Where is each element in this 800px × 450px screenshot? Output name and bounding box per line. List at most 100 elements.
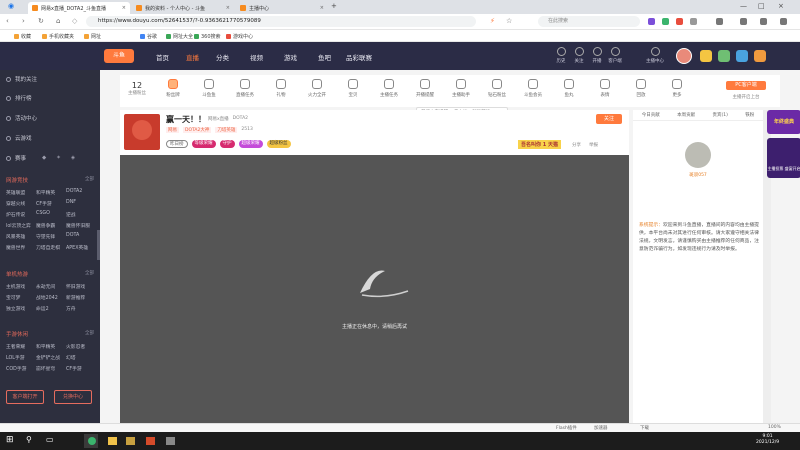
tab-week[interactable]: 本周贡献 (677, 112, 695, 118)
folder-icon[interactable] (108, 437, 117, 445)
nav-home[interactable]: 首页 (156, 52, 169, 62)
nav-category[interactable]: 分类 (216, 52, 229, 62)
toolbar-item[interactable]: 鱼丸 (554, 79, 584, 98)
section-more-link[interactable]: 全部 (85, 330, 94, 336)
settings-icon[interactable] (740, 18, 747, 25)
menu-icon[interactable] (760, 18, 767, 25)
toolbar-item[interactable]: 宝贝 (338, 79, 368, 98)
download-icon[interactable] (716, 18, 723, 25)
section-more-link[interactable]: 全部 (85, 270, 94, 276)
bookmark-item[interactable]: 谷歌 (140, 33, 157, 40)
category-link[interactable]: APEX英雄 (66, 244, 96, 251)
home-icon[interactable]: ⌂ (56, 17, 60, 25)
section-more-link[interactable]: 全部 (85, 176, 94, 182)
category-link[interactable]: 怀旧游戏 (66, 283, 96, 290)
category-link[interactable]: 火影忍者 (66, 343, 96, 350)
nav-live[interactable]: 直播 (186, 52, 199, 62)
category-link[interactable]: 和平精英 (36, 189, 66, 196)
toolbar-item[interactable]: 更多 (662, 79, 692, 98)
category-link[interactable]: 永劫无间 (36, 283, 66, 290)
bookmark-star-icon[interactable]: ☆ (506, 17, 512, 25)
category-link[interactable]: 金铲铲之战 (36, 354, 66, 361)
category-link[interactable]: DOTA2 (66, 189, 96, 196)
sidebar-item-events[interactable]: 活动中心 (0, 112, 100, 124)
category-link[interactable]: 和平精英 (36, 343, 66, 350)
category-link[interactable]: 穿越火线 (6, 200, 36, 207)
category-link[interactable]: 宝可梦 (6, 294, 36, 301)
category-link[interactable]: 战地2042 (36, 294, 66, 301)
toolbar-item[interactable]: 礼物 (266, 79, 296, 98)
category-link[interactable]: DOTA (66, 233, 96, 240)
toolbar-item[interactable]: 斗鱼会员 (518, 79, 548, 98)
maximize-icon[interactable]: □ (758, 2, 765, 10)
start-stream-button[interactable]: 开播 (590, 47, 604, 64)
category-link[interactable]: 新游推荐 (66, 294, 96, 301)
360-browser-icon[interactable] (88, 437, 96, 445)
task-icon[interactable] (718, 50, 730, 62)
category-link[interactable]: COD手游 (6, 365, 36, 372)
promo-badge[interactable]: 吾名叫你 1 天猫 (518, 140, 561, 149)
bookmark-item[interactable]: 收藏 (14, 33, 31, 40)
bookmark-item[interactable]: 游戏中心 (226, 33, 253, 40)
bookmark-item[interactable]: 360搜索 (194, 33, 221, 40)
close-icon[interactable]: × (122, 5, 126, 11)
url-input[interactable]: https://www.douyu.com/52641537/?-0.93636… (86, 16, 476, 27)
category-link[interactable]: CF手游 (66, 365, 96, 372)
sidebar-item-follow[interactable]: 我的关注 (0, 73, 100, 85)
close-icon[interactable]: × (226, 5, 230, 11)
extension-icon[interactable] (648, 18, 655, 25)
video-player[interactable]: 主播正在休息中，请稍后再试 (120, 155, 629, 423)
redeem-center-button[interactable]: 兑换中心 (54, 390, 92, 404)
douyu-logo[interactable]: 斗鱼 (104, 49, 134, 63)
tab-douyu[interactable]: 网易x直播_DOTA2_斗鱼直播 × (28, 2, 130, 14)
bookmark-item[interactable]: 手机收藏夹 (42, 33, 74, 40)
category-link[interactable]: 崩坏星穹 (36, 365, 66, 372)
history-button[interactable]: 历史 (554, 47, 568, 64)
category-link[interactable]: 方舟 (66, 305, 96, 312)
category-link[interactable]: 逆战 (66, 211, 96, 218)
category-link[interactable]: LOL手游 (6, 354, 36, 361)
category-link[interactable]: 独立游戏 (6, 305, 36, 312)
category-link[interactable]: 风暴英雄 (6, 233, 36, 240)
game-icon[interactable] (146, 437, 155, 445)
bag-icon[interactable] (754, 50, 766, 62)
tab-iron-fans[interactable]: 铁粉 (745, 112, 754, 118)
category-link[interactable]: 英雄联盟 (6, 189, 36, 196)
toolbar-item[interactable]: 斗鱼鱼 (194, 79, 224, 98)
refresh-icon[interactable]: ↻ (38, 17, 44, 25)
tab-streamer-center[interactable]: 主播中心 × (236, 2, 328, 14)
nav-game[interactable]: 游戏 (284, 52, 297, 62)
browser-search-input[interactable]: 在此搜索 (538, 16, 640, 27)
gift-icon[interactable] (736, 50, 748, 62)
category-link[interactable]: DNF (66, 200, 96, 207)
lightning-icon[interactable]: ⚡ (490, 17, 495, 25)
back-icon[interactable]: ‹ (6, 17, 9, 25)
contributor-avatar[interactable] (685, 142, 711, 168)
follow-button[interactable]: 关注 (596, 114, 622, 124)
category-link[interactable]: 炉石传说 (6, 211, 36, 218)
game-icon[interactable] (126, 437, 135, 445)
category-link[interactable]: CSGO (36, 211, 66, 218)
taskview-icon[interactable]: ▭ (46, 435, 54, 444)
more-icon[interactable] (780, 18, 787, 25)
toolbar-item[interactable]: 回放 (626, 79, 656, 98)
close-icon[interactable]: × (320, 5, 324, 11)
toolbar-item[interactable]: 直播任务 (230, 79, 260, 98)
toolbar-item[interactable]: 主播助手 (446, 79, 476, 98)
client-button[interactable]: 客户端 (608, 47, 622, 64)
search-icon[interactable]: ⚲ (26, 435, 32, 444)
share-button[interactable]: 分享 (572, 142, 581, 148)
toolbar-item[interactable]: 表情 (590, 79, 620, 98)
app-icon[interactable] (166, 437, 175, 445)
category-link[interactable]: 魔兽怀旧服 (66, 222, 96, 229)
category-link[interactable]: 王者荣耀 (6, 343, 36, 350)
toolbar-item[interactable]: 开播提醒 (410, 79, 440, 98)
category-link[interactable]: lol云顶之弈 (6, 222, 36, 229)
category-link[interactable]: 魔兽争霸 (36, 222, 66, 229)
category-link[interactable]: 刀塔自走棋 (36, 244, 66, 251)
clock[interactable]: 9:01 2021/12/9 (756, 434, 779, 446)
toolbar-item[interactable]: 粉丝牌 (158, 79, 188, 98)
category-link[interactable]: 命运2 (36, 305, 66, 312)
open-client-button[interactable]: 客户端打开 (6, 390, 44, 404)
category-link[interactable]: 守望先锋 (36, 233, 66, 240)
